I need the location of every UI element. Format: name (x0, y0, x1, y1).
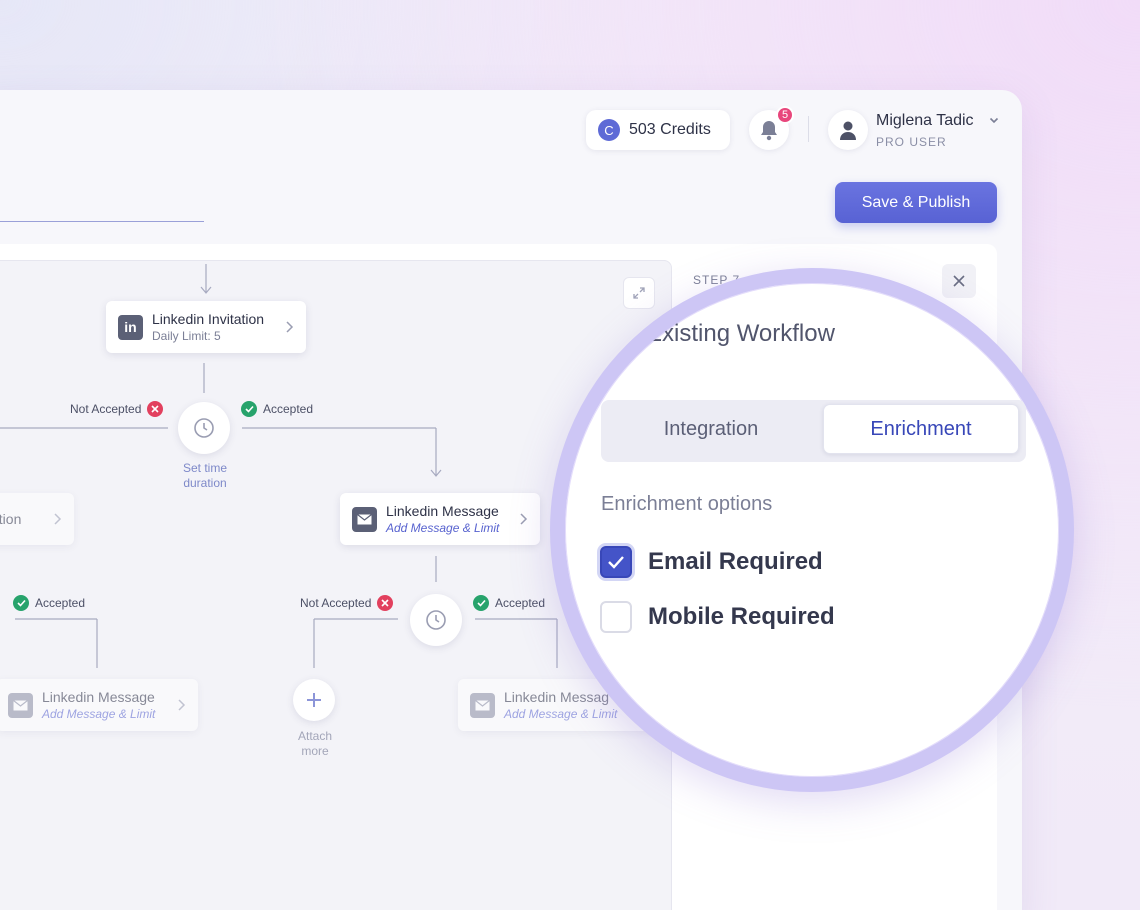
tab-integration[interactable]: Integration (605, 404, 817, 454)
option-mobile-required[interactable]: Mobile Required (600, 601, 835, 633)
user-role: PRO USER (876, 135, 947, 149)
clock-icon (194, 418, 214, 438)
label-text: Accepted (35, 596, 86, 610)
chevron-right-icon (286, 321, 294, 333)
chevron-down-icon[interactable] (988, 114, 1000, 126)
node-subtitle-link[interactable]: Add Message & Limit (386, 521, 499, 535)
option-email-required[interactable]: Email Required (600, 546, 823, 578)
option-label: Mobile Required (648, 603, 835, 630)
user-name[interactable]: Miglena Tadic (876, 112, 974, 130)
tab-enrichment[interactable]: Enrichment (823, 404, 1019, 454)
check-circle-icon (473, 595, 489, 611)
node-subtitle: Daily Limit: 5 (152, 329, 221, 343)
delay-button[interactable] (178, 402, 230, 454)
workflow-title: Existing Workflow (646, 320, 835, 347)
chevron-right-icon (520, 513, 528, 525)
node-title: Linkedin Message (386, 503, 499, 519)
set-time-caption: Set time duration (182, 461, 227, 490)
option-label: Email Required (648, 548, 823, 575)
label-accepted: Accepted (241, 401, 313, 417)
notification-badge: 5 (776, 106, 794, 124)
save-publish-button[interactable]: Save & Publish (835, 182, 997, 223)
check-icon (608, 556, 624, 569)
node-title: ation (0, 511, 22, 527)
mobile-required-checkbox[interactable] (600, 601, 632, 633)
node-subtitle-link[interactable]: Add Message & Limit (42, 707, 155, 721)
user-icon (840, 121, 856, 140)
delay-button[interactable] (410, 594, 462, 646)
clock-icon (426, 610, 446, 630)
avatar[interactable] (828, 110, 868, 150)
bell-icon (761, 121, 777, 141)
node-title: Linkedin Message (42, 689, 155, 705)
check-circle-icon (241, 401, 257, 417)
label-not-accepted: Not Accepted (70, 401, 164, 417)
chevron-right-icon (178, 699, 186, 711)
attach-more-caption: Attach more (297, 729, 333, 758)
node-linkedin-message[interactable]: Linkedin Message Add Message & Limit (340, 493, 540, 545)
label-text: Not Accepted (300, 596, 372, 610)
divider (808, 116, 809, 142)
check-circle-icon (13, 595, 29, 611)
chevron-right-icon (54, 513, 62, 525)
label-text: Accepted (263, 402, 314, 416)
enrichment-options-heading: Enrichment options (601, 493, 773, 515)
linkedin-icon: in (118, 314, 143, 340)
mail-icon (470, 692, 495, 718)
node-title: Linkedin Invitation (152, 311, 265, 327)
node-linkedin-invitation-partial[interactable]: ation (0, 493, 74, 545)
label-text: Accepted (495, 596, 546, 610)
mail-icon (8, 692, 33, 718)
label-accepted: Accepted (13, 595, 85, 611)
attach-more-button[interactable] (293, 679, 335, 721)
integration-enrichment-tabs: Integration Enrichment (601, 400, 1026, 462)
x-circle-icon (147, 401, 164, 417)
node-linkedin-invitation[interactable]: in Linkedin Invitation Daily Limit: 5 (106, 301, 306, 353)
node-linkedin-message-left[interactable]: Linkedin Message Add Message & Limit (0, 679, 198, 731)
label-not-accepted: Not Accepted (300, 595, 394, 611)
plus-icon (307, 693, 321, 707)
magnifier-lens: Existing Workflow Integration Enrichment… (550, 268, 1074, 792)
email-required-checkbox[interactable] (600, 546, 632, 578)
x-circle-icon (377, 595, 394, 611)
label-accepted: Accepted (473, 595, 545, 611)
label-text: Not Accepted (70, 402, 142, 416)
mail-icon (352, 506, 377, 532)
